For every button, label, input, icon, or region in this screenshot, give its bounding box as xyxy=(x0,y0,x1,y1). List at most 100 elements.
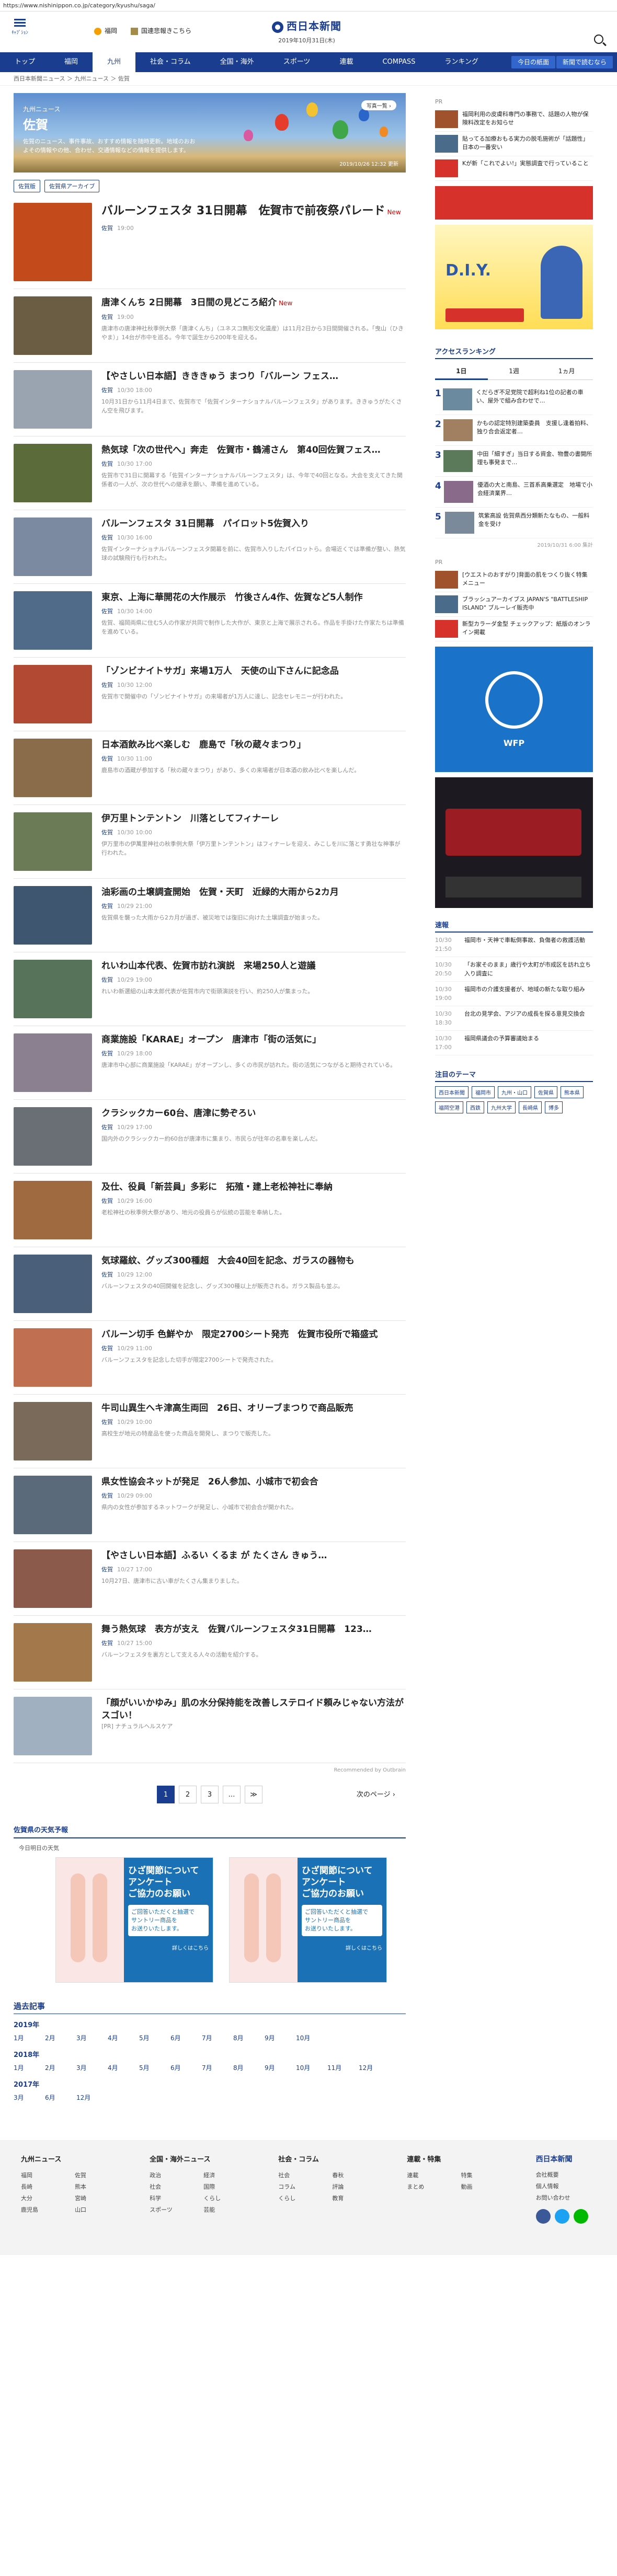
latest-item[interactable]: 10/30 18:30 台北の見学会、アジアの成長を探る意見交換会 xyxy=(435,1006,593,1031)
article-title[interactable]: 舞う熱気球 表方が支え 佐賀バルーンフェスタ31日開幕 123… xyxy=(101,1623,406,1636)
tag-saga-archive[interactable]: 佐賀県アーカイブ xyxy=(44,180,100,192)
footer-link[interactable]: 熊本 xyxy=(75,2181,129,2193)
footer-link[interactable]: 特集 xyxy=(461,2170,515,2181)
footer-link[interactable]: 長崎 xyxy=(21,2181,75,2193)
archive-month-link[interactable]: 12月 xyxy=(359,2062,390,2074)
survey-ad[interactable]: ひざ関節について アンケート ご協力のお願い ご回答いただくと抽選で サントリー商… xyxy=(55,1857,213,1983)
nav-item[interactable]: トップ xyxy=(0,52,50,72)
nav-item[interactable]: ランキング xyxy=(430,52,493,72)
ranking-tab[interactable]: 1ヵ月 xyxy=(540,363,593,380)
latest-item[interactable]: 10/30 21:50 福岡市・天神で車転倒事故、負傷者の救護活動 xyxy=(435,933,593,957)
footer-link[interactable]: 国際 xyxy=(203,2181,257,2193)
footer-link[interactable]: 佐賀 xyxy=(75,2170,129,2181)
footer-right-link[interactable]: 個人情報 xyxy=(536,2181,596,2192)
theme-tag[interactable]: 福岡空港 xyxy=(435,1101,463,1113)
nav-item[interactable]: 全国・海外 xyxy=(205,52,269,72)
ranking-tab[interactable]: 1日 xyxy=(435,363,488,380)
archive-month-link[interactable]: 10月 xyxy=(296,2062,327,2074)
article-thumbnail[interactable] xyxy=(14,665,92,723)
nav-item[interactable]: COMPASS xyxy=(368,52,430,72)
nav-item[interactable]: 九州 xyxy=(93,52,136,72)
archive-month-link[interactable]: 6月 xyxy=(45,2092,76,2103)
article-thumbnail[interactable] xyxy=(14,812,92,871)
archive-month-link[interactable]: 5月 xyxy=(139,2032,170,2044)
article-category[interactable]: 佐賀 xyxy=(101,461,113,467)
article-category[interactable]: 佐賀 xyxy=(101,1124,113,1131)
article-title[interactable]: 【やさしい日本語】きききゅう まつり「バルーン フェス… xyxy=(101,370,406,383)
theme-tag[interactable]: 西鉄 xyxy=(466,1101,484,1113)
article-title[interactable]: バルーンフェスタ 31日開幕 パイロット5佐賀入り xyxy=(101,518,406,530)
weather-link[interactable]: 福岡 xyxy=(94,26,117,35)
ranking-tab[interactable]: 1週 xyxy=(487,363,541,380)
article-title[interactable]: バルーン切手 色鮮やか 限定2700シート発売 佐賀市役所で箱盛式 xyxy=(101,1328,406,1341)
article-title[interactable]: 商業施設「KARAE」オープン 唐津市「街の活気に」 xyxy=(101,1033,406,1046)
twitter-icon[interactable] xyxy=(554,2209,569,2224)
archive-month-link[interactable]: 3月 xyxy=(76,2032,108,2044)
article-item[interactable]: 「顔がいいかゆみ」肌の水分保持能を改善しステロイド頼みじゃない方法がスゴい！ [P… xyxy=(14,1689,406,1763)
article-item[interactable]: バルーン切手 色鮮やか 限定2700シート発売 佐賀市役所で箱盛式 佐賀 10/29… xyxy=(14,1321,406,1395)
archive-month-link[interactable]: 1月 xyxy=(14,2062,45,2074)
footer-link[interactable]: 連載 xyxy=(407,2170,461,2181)
footer-link[interactable]: 社会 xyxy=(278,2170,332,2181)
article-item[interactable]: バルーンフェスタ 31日開幕 佐賀市で前夜祭パレード New 佐賀 19:00 xyxy=(14,196,406,289)
article-title[interactable]: バルーンフェスタ 31日開幕 佐賀市で前夜祭パレード New xyxy=(101,203,406,221)
footer-link[interactable]: 大分 xyxy=(21,2193,75,2204)
article-title[interactable]: 熱気球「次の世代へ」奔走 佐賀市・鶴浦さん 第40回佐賀フェス… xyxy=(101,444,406,456)
archive-month-link[interactable]: 8月 xyxy=(233,2032,265,2044)
article-thumbnail[interactable] xyxy=(14,739,92,797)
footer-link[interactable]: くらし xyxy=(203,2193,257,2204)
article-item[interactable]: 油彩画の土壌調査開始 佐賀・天町 近緑的大雨から2カ月 佐賀 10/29 21:00… xyxy=(14,879,406,952)
article-thumbnail[interactable] xyxy=(14,444,92,502)
ranking-item[interactable]: 5 筑紫高設 佐賀県西分類新たなもの、一般料金を受け xyxy=(435,508,593,538)
article-category[interactable]: 佐賀 xyxy=(101,1419,113,1425)
archive-month-link[interactable]: 5月 xyxy=(139,2062,170,2074)
article-thumbnail[interactable] xyxy=(14,370,92,429)
article-item[interactable]: クラシックカー60台、唐津に勢ぞろい 佐賀 10/29 17:00 国内外のクラシック… xyxy=(14,1100,406,1174)
footer-link[interactable]: 経済 xyxy=(203,2170,257,2181)
article-title[interactable]: 気球羅紋、グッズ300種超 大会40回を記念、ガラスの器物も xyxy=(101,1255,406,1267)
article-item[interactable]: 気球羅紋、グッズ300種超 大会40回を記念、ガラスの器物も 佐賀 10/29 12… xyxy=(14,1247,406,1321)
archive-month-link[interactable]: 2月 xyxy=(45,2032,76,2044)
article-item[interactable]: バルーンフェスタ 31日開幕 パイロット5佐賀入り 佐賀 10/30 16:00 佐賀… xyxy=(14,510,406,584)
article-category[interactable]: 佐賀 xyxy=(101,608,113,615)
article-category[interactable]: 佐賀 xyxy=(101,225,113,232)
article-category[interactable]: 佐賀 xyxy=(101,387,113,394)
archive-month-link[interactable]: 12月 xyxy=(76,2092,108,2103)
footer-link[interactable]: コラム xyxy=(278,2181,332,2193)
footer-column-title[interactable]: 連載・特集 xyxy=(407,2154,515,2164)
article-title[interactable]: れいわ山本代表、佐賀市訪れ演説 来場250人と遊議 xyxy=(101,960,406,972)
nav-item[interactable]: 福岡 xyxy=(50,52,93,72)
article-item[interactable]: 県女性協会ネットが発足 26人参加、小城市で初会合 佐賀 10/29 09:00 県内… xyxy=(14,1468,406,1542)
article-title[interactable]: 牛司山異生へキ津高生両回 26日、オリーブまつりで商品販売 xyxy=(101,1402,406,1414)
latest-item[interactable]: 10/30 19:00 福岡市の介護支援者が、地域の新たな取り組み xyxy=(435,982,593,1006)
article-category[interactable]: 佐賀 xyxy=(101,1566,113,1573)
article-thumbnail[interactable] xyxy=(14,203,92,281)
article-item[interactable]: 【やさしい日本語】きききゅう まつり「バルーン フェス… 佐賀 10/30 18:0… xyxy=(14,363,406,436)
archive-month-link[interactable]: 9月 xyxy=(265,2032,296,2044)
article-thumbnail[interactable] xyxy=(14,1476,92,1534)
article-thumbnail[interactable] xyxy=(14,1033,92,1092)
archive-month-link[interactable]: 7月 xyxy=(202,2062,233,2074)
theme-tag[interactable]: 博多 xyxy=(545,1101,563,1113)
footer-link[interactable]: 福岡 xyxy=(21,2170,75,2181)
line-icon[interactable] xyxy=(573,2209,588,2224)
footer-link[interactable]: 宮崎 xyxy=(75,2193,129,2204)
footer-right-link[interactable]: 会社概要 xyxy=(536,2169,596,2181)
article-thumbnail[interactable] xyxy=(14,591,92,650)
article-item[interactable]: 日本酒飲み比べ楽しむ 鹿島で「秋の蔵々まつり」 佐賀 10/30 11:00 鹿島市の… xyxy=(14,731,406,805)
article-title[interactable]: 「ゾンビナイトサガ」来場1万人 天使の山下さんに記念品 xyxy=(101,665,406,677)
article-item[interactable]: 東京、上海に華開花の大作展示 竹後さん4作、佐賀など5人制作 佐賀 10/30 14… xyxy=(14,584,406,658)
footer-column-title[interactable]: 社会・コラム xyxy=(278,2154,386,2164)
facebook-icon[interactable] xyxy=(535,2209,551,2224)
article-title[interactable]: 【やさしい日本語】ふるい くるま が たくさん きゅう… xyxy=(101,1549,406,1562)
article-title[interactable]: クラシックカー60台、唐津に勢ぞろい xyxy=(101,1107,406,1120)
article-thumbnail[interactable] xyxy=(14,1623,92,1682)
article-thumbnail[interactable] xyxy=(14,1697,92,1755)
footer-column-title[interactable]: 全国・海外ニュース xyxy=(150,2154,257,2164)
menu-button[interactable]: ｷｬﾌﾟｼｮﾝ xyxy=(9,19,30,36)
sidebar-pr-item[interactable]: 福岡利用の皮膚科専門の事務で、話題の人物が保険料改定をお知らせ xyxy=(435,107,593,132)
article-category[interactable]: 佐賀 xyxy=(101,976,113,983)
archive-month-link[interactable]: 4月 xyxy=(108,2062,139,2074)
latest-item[interactable]: 10/30 20:50 「お家そのまま」歳行や太町が市成区を訪れ立ち入り調査に xyxy=(435,957,593,982)
footer-column-title[interactable]: 九州ニュース xyxy=(21,2154,129,2164)
